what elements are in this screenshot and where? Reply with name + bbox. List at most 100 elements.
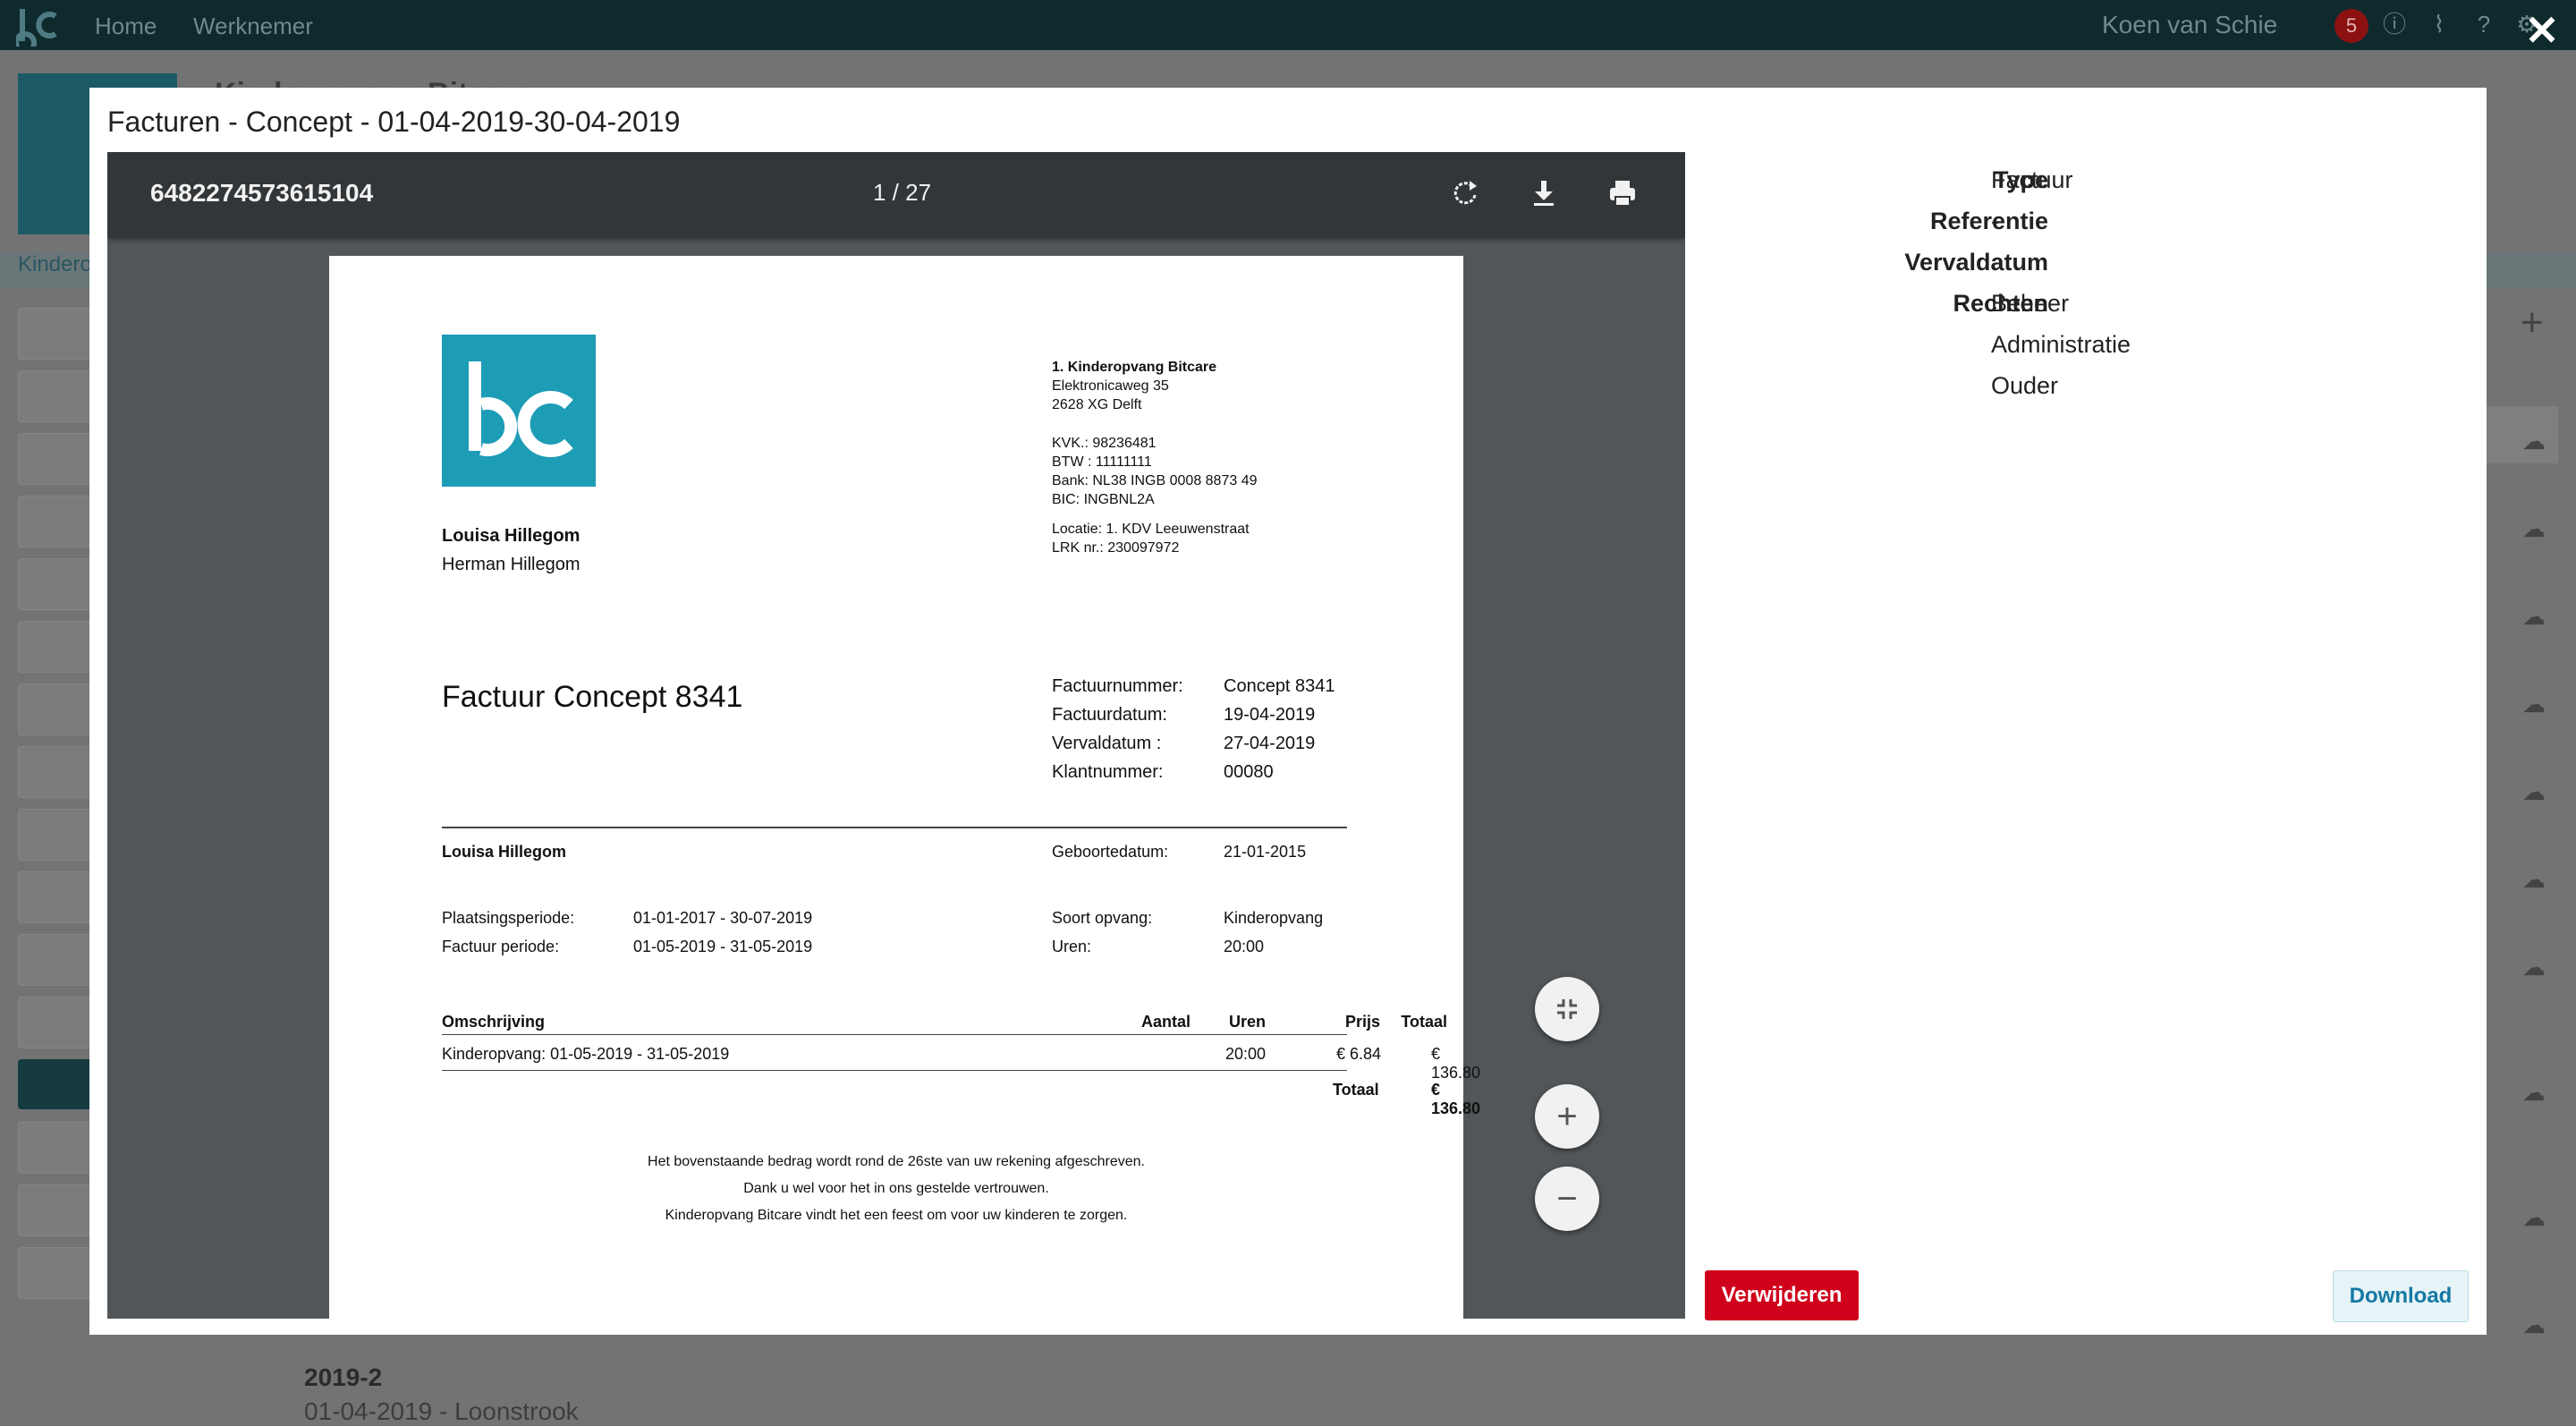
company-lrk: LRK nr.: 230097972 <box>1052 540 1180 556</box>
invoice-meta-label: Factuurnummer: <box>1052 676 1183 696</box>
pdf-viewer[interactable]: 6482274573615104 1 / 27 1. Kinderopvang … <box>107 152 1685 1319</box>
care-type-value: Kinderopvang <box>1224 909 1324 927</box>
table-header-total: Totaal <box>1401 1013 1447 1031</box>
company-locatie: Locatie: 1. KDV Leeuwenstraat <box>1052 522 1250 537</box>
background-row[interactable] <box>18 496 91 547</box>
background-row[interactable] <box>18 871 91 923</box>
table-total-value: € 136.80 <box>1431 1081 1481 1117</box>
background-row[interactable] <box>18 997 91 1048</box>
placement-period-label: Plaatsingsperiode: <box>442 909 575 927</box>
background-row[interactable] <box>18 746 91 798</box>
cloud-download-icon[interactable]: ☁ <box>2522 603 2558 630</box>
birthdate-value: 21-01-2015 <box>1224 843 1307 861</box>
background-row[interactable] <box>18 308 91 360</box>
rss-icon[interactable]: ⌇ <box>2426 11 2453 38</box>
modal-title: Facturen - Concept - 01-04-2019-30-04-20… <box>107 106 681 138</box>
background-row-period: 2019-2 <box>304 1363 383 1391</box>
rechten-value: Beheer <box>1991 290 2070 317</box>
background-row[interactable] <box>18 683 91 735</box>
fit-page-button[interactable] <box>1535 977 1599 1041</box>
company-btw: BTW : 11111111 <box>1052 454 1152 470</box>
table-row-description: Kinderopvang: 01-05-2019 - 31-05-2019 <box>442 1045 730 1063</box>
zoom-in-button[interactable]: + <box>1535 1084 1599 1149</box>
background-row[interactable] <box>18 1247 91 1299</box>
background-row[interactable] <box>18 1122 91 1174</box>
company-bic: BIC: INGBNL2A <box>1052 492 1155 507</box>
user-name[interactable]: Koen van Schie <box>2102 11 2277 39</box>
nav-home-link[interactable]: Home <box>95 13 157 40</box>
background-row[interactable] <box>18 558 91 610</box>
top-app-bar: Home Werknemer Koen van Schie 5 ⓘ ⌇ ? ⚙ <box>0 0 2576 50</box>
app-logo-icon[interactable] <box>16 4 59 47</box>
pdf-page: 1. Kinderopvang Bitcare Elektronicaweg 3… <box>329 256 1480 1319</box>
referentie-label: Referentie <box>1929 208 2048 234</box>
cloud-download-icon[interactable]: ☁ <box>2522 954 2558 980</box>
table-header-hours: Uren <box>1229 1013 1267 1031</box>
cloud-download-icon[interactable]: ☁ <box>2522 778 2558 805</box>
document-modal: Facturen - Concept - 01-04-2019-30-04-20… <box>89 88 2487 1335</box>
invoice-meta-value: 27-04-2019 <box>1224 734 1316 753</box>
rechten-value: Administratie <box>1991 331 2131 358</box>
child-name: Louisa Hillegom <box>442 843 567 861</box>
background-row[interactable] <box>18 1184 91 1236</box>
invoice-meta-value: Concept 8341 <box>1224 676 1335 696</box>
cloud-download-icon[interactable]: ☁ <box>2522 428 2558 454</box>
page-indicator: 1 / 27 <box>873 179 932 206</box>
footer-line-1: Het bovenstaande bedrag wordt rond de 26… <box>648 1154 1145 1169</box>
referentie-value: - <box>1991 208 1999 234</box>
cloud-download-icon[interactable]: ☁ <box>2522 1311 2558 1338</box>
invoice-heading: Factuur Concept 8341 <box>442 680 743 714</box>
notification-badge[interactable]: 5 <box>2334 9 2368 43</box>
add-icon[interactable]: + <box>2521 301 2544 345</box>
fit-page-icon <box>1557 999 1577 1019</box>
background-row[interactable] <box>18 809 91 861</box>
invoice-period-label: Factuur periode: <box>442 938 560 955</box>
close-icon[interactable]: ✕ <box>2521 9 2563 52</box>
invoice-meta-value: 19-04-2019 <box>1224 705 1316 725</box>
placement-period-value: 01-01-2017 - 30-07-2019 <box>633 909 813 927</box>
vervaldatum-label: Vervaldatum <box>1904 249 2048 276</box>
company-bank: Bank: NL38 INGB 0008 8873 49 <box>1052 473 1258 488</box>
background-row[interactable] <box>18 934 91 986</box>
footer-line-2: Dank u wel voor het in ons gestelde vert… <box>743 1181 1049 1196</box>
recipient-primary: Louisa Hillegom <box>442 526 580 546</box>
table-header-description: Omschrijving <box>442 1013 546 1031</box>
info-icon[interactable]: ⓘ <box>2381 11 2408 38</box>
cloud-download-icon[interactable]: ☁ <box>2522 1079 2558 1106</box>
invoice-meta-value: 00080 <box>1224 762 1274 782</box>
download-button[interactable]: Download <box>2333 1270 2469 1322</box>
invoice-meta-label: Factuurdatum: <box>1052 705 1167 725</box>
company-city: 2628 XG Delft <box>1052 397 1142 412</box>
invoice-period-value: 01-05-2019 - 31-05-2019 <box>633 938 813 955</box>
background-row[interactable] <box>18 621 91 673</box>
hours-label: Uren: <box>1052 938 1092 955</box>
company-street: Elektronicaweg 35 <box>1052 378 1169 394</box>
zoom-out-button[interactable]: − <box>1535 1167 1599 1231</box>
delete-button[interactable]: Verwijderen <box>1705 1270 1859 1320</box>
table-row-line <box>442 1070 1347 1071</box>
background-row-date: 01-04-2019 - Loonstrook <box>304 1397 579 1425</box>
cloud-download-icon[interactable]: ☁ <box>2522 691 2558 717</box>
download-icon[interactable] <box>1524 174 1563 213</box>
nav-werknemer-link[interactable]: Werknemer <box>193 13 313 40</box>
recipient-secondary: Herman Hillegom <box>442 555 580 574</box>
cloud-download-icon[interactable]: ☁ <box>2522 1204 2558 1231</box>
birthdate-label: Geboortedatum: <box>1052 843 1169 861</box>
company-kvk: KVK.: 98236481 <box>1052 436 1157 451</box>
table-header-line <box>442 1034 1347 1035</box>
background-row[interactable] <box>18 433 91 485</box>
table-header-quantity: Aantal <box>1141 1013 1191 1031</box>
cloud-download-icon[interactable]: ☁ <box>2522 515 2558 542</box>
table-total-label: Totaal <box>1333 1081 1379 1099</box>
background-row[interactable] <box>18 370 91 422</box>
table-row-price: € 6.84 <box>1336 1045 1382 1063</box>
pdf-toolbar: 6482274573615104 1 / 27 <box>107 152 1685 238</box>
help-icon[interactable]: ? <box>2470 11 2497 38</box>
background-breadcrumb[interactable]: Kindero <box>18 252 92 277</box>
print-icon[interactable] <box>1603 174 1642 213</box>
table-header-price: Prijs <box>1345 1013 1381 1031</box>
rotate-icon[interactable] <box>1445 174 1485 213</box>
invoice-meta-label: Klantnummer: <box>1052 762 1164 782</box>
invoice-meta-label: Vervaldatum : <box>1052 734 1162 753</box>
cloud-download-icon[interactable]: ☁ <box>2522 866 2558 893</box>
